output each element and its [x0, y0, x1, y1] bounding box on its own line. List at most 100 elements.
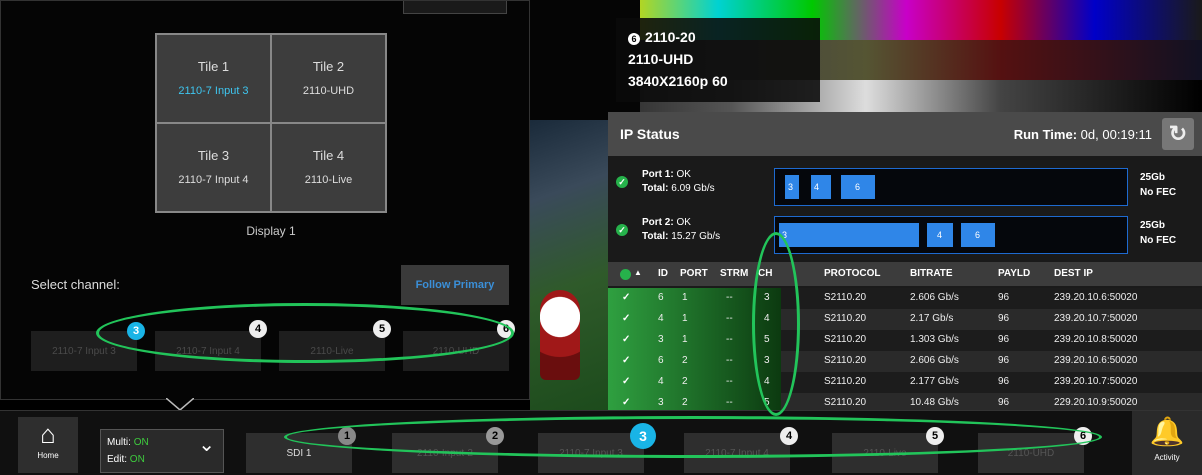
col-id[interactable]: ID — [658, 268, 668, 279]
tile-source: 2110-Live — [304, 174, 353, 186]
col-ch[interactable]: CH — [758, 268, 772, 279]
table-row[interactable]: ✓ 6 2 -- 3 S2110.20 2.606 Gb/s 96 239.20.10.6:50… — [608, 351, 1202, 372]
col-dest-ip[interactable]: DEST IP — [1054, 268, 1093, 279]
activity-button[interactable]: 🔔 Activity — [1132, 411, 1202, 475]
status-dot-icon — [620, 269, 631, 280]
col-port[interactable]: PORT — [680, 268, 708, 279]
table-cell-id: 6 — [658, 355, 664, 366]
ok-check-icon: ✓ — [616, 224, 628, 236]
table-cell-ch: 4 — [764, 313, 770, 324]
activity-label: Activity — [1154, 453, 1180, 462]
source-button-2[interactable]: 2110-Input-2 — [392, 433, 498, 473]
stream-segment: 4 — [811, 175, 831, 199]
channel-button-6[interactable]: 2110-UHD — [403, 331, 509, 371]
stream-segment: 3 — [785, 175, 799, 199]
source-number-badge: 4 — [780, 427, 798, 445]
check-icon: ✓ — [622, 292, 631, 303]
table-cell-ch: 4 — [764, 376, 770, 387]
home-button[interactable]: ⌂ Home — [18, 417, 78, 473]
table-cell-ch: 5 — [764, 397, 770, 408]
port-1-bandwidth-bar: 3 4 6 — [774, 168, 1128, 206]
table-cell-protocol: S2110.20 — [824, 355, 867, 366]
channel-button-5[interactable]: 2110-Live — [279, 331, 385, 371]
channel-number-badge: 6 — [497, 320, 515, 338]
signal-info-box: 6 2110-20 2110-UHD 3840X2160p 60 — [616, 18, 820, 102]
tile-title: Tile 3 — [197, 148, 230, 163]
table-cell-id: 3 — [658, 334, 664, 345]
table-cell-bitrate: 2.177 Gb/s — [910, 376, 959, 387]
port-1-label: Port 1: OK Total: 6.09 Gb/s — [642, 169, 715, 194]
port-1-row: ✓ Port 1: OK Total: 6.09 Gb/s 3 4 6 25Gb… — [608, 162, 1202, 208]
tile-number-badge: 6 — [628, 33, 640, 45]
table-cell-id: 3 — [658, 397, 664, 408]
check-icon: ✓ — [622, 355, 631, 366]
col-strm[interactable]: STRM — [720, 268, 760, 279]
bottom-toolbar: ⌂ Home Multi: ON Edit: ON ⌄ SDI 1 2110-I… — [0, 410, 1202, 475]
ip-status-title: IP Status — [620, 126, 680, 142]
source-button-5[interactable]: 2110-Live — [832, 433, 938, 473]
table-cell-port: 1 — [682, 292, 688, 303]
tile-1[interactable]: Tile 1 2110-7 Input 3 — [156, 34, 271, 123]
source-button-4[interactable]: 2110-7 Input 4 — [684, 433, 790, 473]
refresh-icon[interactable]: ↻ — [1162, 118, 1194, 150]
source-number-badge: 5 — [926, 427, 944, 445]
table-cell-bitrate: 2.606 Gb/s — [910, 355, 959, 366]
video-feed-stadium — [530, 120, 610, 420]
table-row[interactable]: ✓ 3 1 -- 5 S2110.20 1.303 Gb/s 96 239.20.10.8:50… — [608, 330, 1202, 351]
ok-check-icon: ✓ — [616, 176, 628, 188]
chevron-down-icon: ⌄ — [198, 434, 215, 456]
channel-button-4[interactable]: 2110-7 Input 4 — [155, 331, 261, 371]
tile-4[interactable]: Tile 4 2110-Live — [271, 123, 386, 212]
source-button-1[interactable]: SDI 1 — [246, 433, 352, 473]
table-cell-dest: 239.20.10.7:50020 — [1054, 313, 1138, 324]
stream-segment: 3 — [779, 223, 919, 247]
table-cell-id: 6 — [658, 292, 664, 303]
multi-edit-toggle[interactable]: Multi: ON Edit: ON ⌄ — [100, 429, 224, 473]
table-row[interactable]: ✓ 4 2 -- 4 S2110.20 2.177 Gb/s 96 239.20.10.7:50… — [608, 372, 1202, 393]
display-config-panel: Tile 1 2110-7 Input 3 Tile 2 2110-UHD Ti… — [0, 0, 530, 400]
channel-button-3[interactable]: 2110-7 Input 3 — [31, 331, 137, 371]
port-2-bandwidth-bar: 3 4 6 — [774, 216, 1128, 254]
check-icon: ✓ — [622, 313, 631, 324]
table-row[interactable]: ✓ 6 1 -- 3 S2110.20 2.606 Gb/s 96 239.20.10.6:50… — [608, 288, 1202, 309]
table-cell-ch: 5 — [764, 334, 770, 345]
table-cell-dest: 239.20.10.6:50020 — [1054, 355, 1138, 366]
table-cell-dest: 239.20.10.6:50020 — [1054, 292, 1138, 303]
table-cell-protocol: S2110.20 — [824, 334, 867, 345]
check-icon: ✓ — [622, 397, 631, 408]
table-cell-bitrate: 2.606 Gb/s — [910, 292, 959, 303]
source-button-6[interactable]: 2110-UHD — [978, 433, 1084, 473]
col-bitrate[interactable]: BITRATE — [910, 268, 953, 279]
tile-source: 2110-UHD — [302, 85, 355, 97]
table-cell-port: 1 — [682, 313, 688, 324]
source-number-badge: 3 — [630, 423, 656, 449]
table-row[interactable]: ✓ 4 1 -- 4 S2110.20 2.17 Gb/s 96 239.20.10.7:500… — [608, 309, 1202, 330]
tile-grid: Tile 1 2110-7 Input 3 Tile 2 2110-UHD Ti… — [155, 33, 387, 213]
table-cell-bitrate: 10.48 Gb/s — [910, 397, 959, 408]
panel-tab[interactable] — [403, 1, 507, 14]
source-button-3[interactable]: 2110-7 Input 3 — [538, 433, 644, 473]
table-cell-ch: 3 — [764, 292, 770, 303]
tile-3[interactable]: Tile 3 2110-7 Input 4 — [156, 123, 271, 212]
channel-number-badge: 3 — [127, 322, 145, 340]
table-cell-strm: -- — [726, 397, 733, 408]
table-cell-strm: -- — [726, 313, 733, 324]
col-payld[interactable]: PAYLD — [998, 268, 1030, 279]
multi-value: ON — [133, 437, 149, 448]
stream-table-header: ▲ ID PORT STRM CH PROTOCOL BITRATE PAYLD… — [608, 262, 1202, 286]
check-icon: ✓ — [622, 376, 631, 387]
table-cell-protocol: S2110.20 — [824, 313, 867, 324]
select-channel-label: Select channel: — [31, 277, 120, 292]
table-cell-bitrate: 2.17 Gb/s — [910, 313, 954, 324]
follow-primary-button[interactable]: Follow Primary — [401, 265, 509, 305]
table-cell-payld: 96 — [998, 376, 1010, 387]
run-time: Run Time: 0d, 00:19:11 — [1013, 127, 1152, 142]
table-cell-dest: 239.20.10.8:50020 — [1054, 334, 1138, 345]
home-label: Home — [37, 451, 59, 460]
stream-segment: 4 — [927, 223, 953, 247]
ip-status-header: IP Status Run Time: 0d, 00:19:11 ↻ — [608, 112, 1202, 156]
tile-source: 2110-7 Input 3 — [178, 85, 249, 97]
tile-2[interactable]: Tile 2 2110-UHD — [271, 34, 386, 123]
port-2-label: Port 2: OK Total: 15.27 Gb/s — [642, 217, 721, 242]
col-protocol[interactable]: PROTOCOL — [824, 268, 880, 279]
